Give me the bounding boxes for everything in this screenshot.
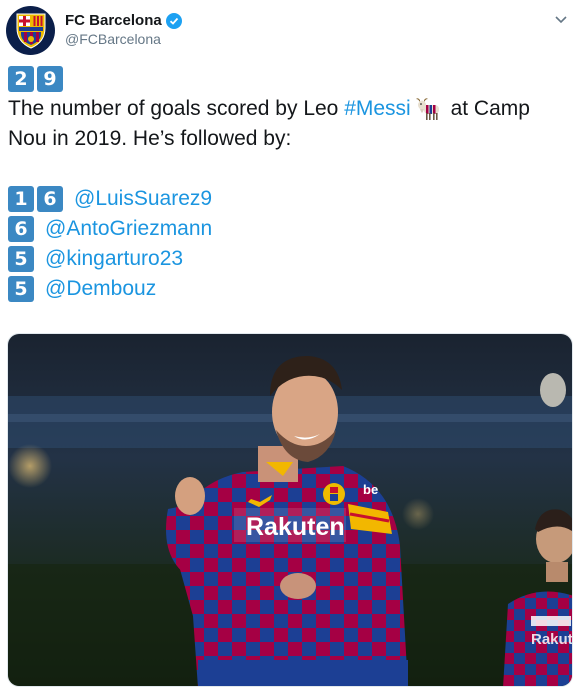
keycap-digit: 5: [8, 246, 34, 272]
tweet-media-photo[interactable]: Rakuten be Rakuten: [7, 333, 573, 687]
ranking-row: 1 6 @LuisSuarez9: [8, 184, 574, 214]
avatar[interactable]: [6, 6, 55, 55]
keycap-digit: 6: [8, 216, 34, 242]
messi-celebration-photo: Rakuten be Rakuten: [8, 334, 573, 686]
ranking-row: 6 @AntoGriezmann: [8, 214, 574, 244]
goat-emoji-icon: [415, 98, 439, 120]
mention-link[interactable]: @Dembouz: [45, 274, 156, 304]
background-player-sponsor: Rakuten: [531, 631, 573, 648]
keycap-digit: 2: [8, 66, 34, 92]
hashtag-link[interactable]: #Messi: [344, 94, 411, 124]
keycap-digit: 1: [8, 186, 34, 212]
chevron-down-icon[interactable]: [552, 10, 570, 28]
tweet-header: FC Barcelona @FCBarcelona: [6, 6, 572, 56]
tweet-text-part: Nou in 2019. He’s followed by:: [8, 127, 292, 150]
tweet-line-1: The number of goals scored by Leo #Messi…: [8, 94, 574, 124]
mention-link[interactable]: @AntoGriezmann: [45, 214, 212, 244]
ranking-row: 5 @kingarturo23: [8, 244, 574, 274]
keycap-digit: 9: [37, 66, 63, 92]
verified-badge-icon: [165, 12, 182, 29]
tweet-text: 2 9 The number of goals scored by Leo #M…: [8, 64, 574, 304]
goal-count-line: 2 9: [8, 64, 574, 94]
sleeve-sponsor-mark: be: [363, 482, 378, 497]
display-name[interactable]: FC Barcelona: [65, 11, 162, 30]
mention-link[interactable]: @kingarturo23: [45, 244, 183, 274]
tweet-text-part: at Camp: [444, 97, 530, 120]
fc-barcelona-crest-icon: [16, 13, 45, 49]
mention-link[interactable]: @LuisSuarez9: [74, 184, 212, 214]
ranking-row: 5 @Dembouz: [8, 274, 574, 304]
keycap-digit: 5: [8, 276, 34, 302]
account-handle[interactable]: @FCBarcelona: [65, 30, 182, 49]
tweet-line-2: Nou in 2019. He’s followed by:: [8, 124, 574, 154]
kit-sponsor-text: Rakuten: [246, 513, 345, 541]
display-name-row[interactable]: FC Barcelona: [65, 11, 182, 30]
keycap-digit: 6: [37, 186, 63, 212]
tweet-text-part: The number of goals scored by Leo: [8, 97, 345, 120]
account-names: FC Barcelona @FCBarcelona: [65, 11, 182, 49]
